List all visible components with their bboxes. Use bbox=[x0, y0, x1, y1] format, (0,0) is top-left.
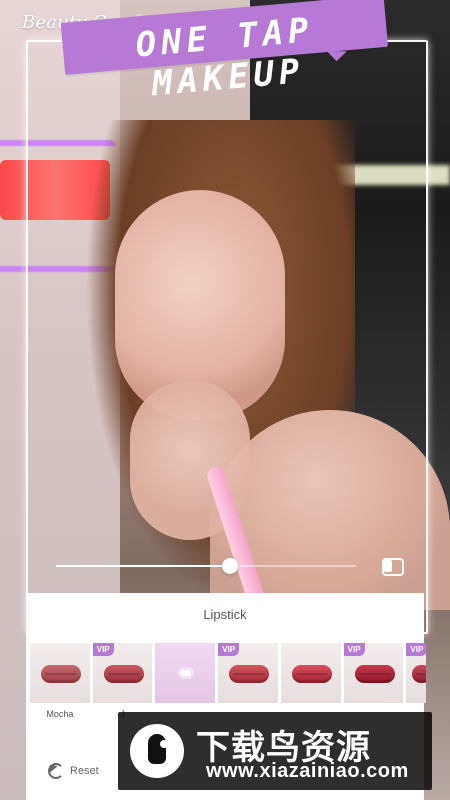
lipstick-tile-3[interactable] bbox=[155, 643, 216, 703]
vip-badge: VIP bbox=[343, 643, 365, 656]
lip-swatch bbox=[41, 665, 81, 683]
vip-badge: VIP bbox=[218, 643, 240, 656]
reset-icon bbox=[48, 763, 64, 779]
selected-dot-icon bbox=[181, 670, 192, 676]
compare-icon-fill bbox=[384, 560, 392, 572]
lipstick-tile-5[interactable] bbox=[280, 643, 341, 703]
watermark-logo-icon bbox=[130, 724, 184, 778]
intensity-slider-knob[interactable] bbox=[222, 558, 238, 574]
lipstick-label-1: Mocha bbox=[46, 709, 74, 719]
lip-swatch bbox=[412, 665, 426, 683]
lip-swatch bbox=[103, 665, 144, 683]
intensity-slider[interactable] bbox=[56, 558, 356, 574]
vip-badge: VIP bbox=[406, 643, 426, 656]
lipstick-tile-4[interactable]: VIP bbox=[218, 643, 278, 703]
lipstick-options: VIP VIP VIP VIP bbox=[30, 643, 426, 703]
reset-label: Reset bbox=[70, 765, 99, 777]
compare-button[interactable] bbox=[382, 558, 404, 576]
lip-swatch bbox=[291, 665, 332, 683]
photo-frame bbox=[26, 40, 428, 634]
lip-swatch bbox=[354, 665, 395, 683]
reset-button[interactable]: Reset bbox=[48, 763, 99, 779]
vip-badge: VIP bbox=[92, 643, 114, 656]
lipstick-tile-2[interactable]: VIP bbox=[92, 643, 153, 703]
watermark-url-text: www.xiazainiao.com bbox=[206, 760, 409, 782]
lip-swatch bbox=[229, 665, 270, 683]
watermark: 下载鸟资源 www.xiazainiao.com bbox=[118, 712, 432, 790]
lipstick-tile-1[interactable] bbox=[30, 643, 90, 703]
panel-title: Lipstick bbox=[203, 607, 247, 622]
lipstick-tile-7[interactable]: VIP bbox=[406, 643, 426, 703]
intensity-slider-fill bbox=[56, 565, 230, 567]
lipstick-tile-6[interactable]: VIP bbox=[343, 643, 404, 703]
